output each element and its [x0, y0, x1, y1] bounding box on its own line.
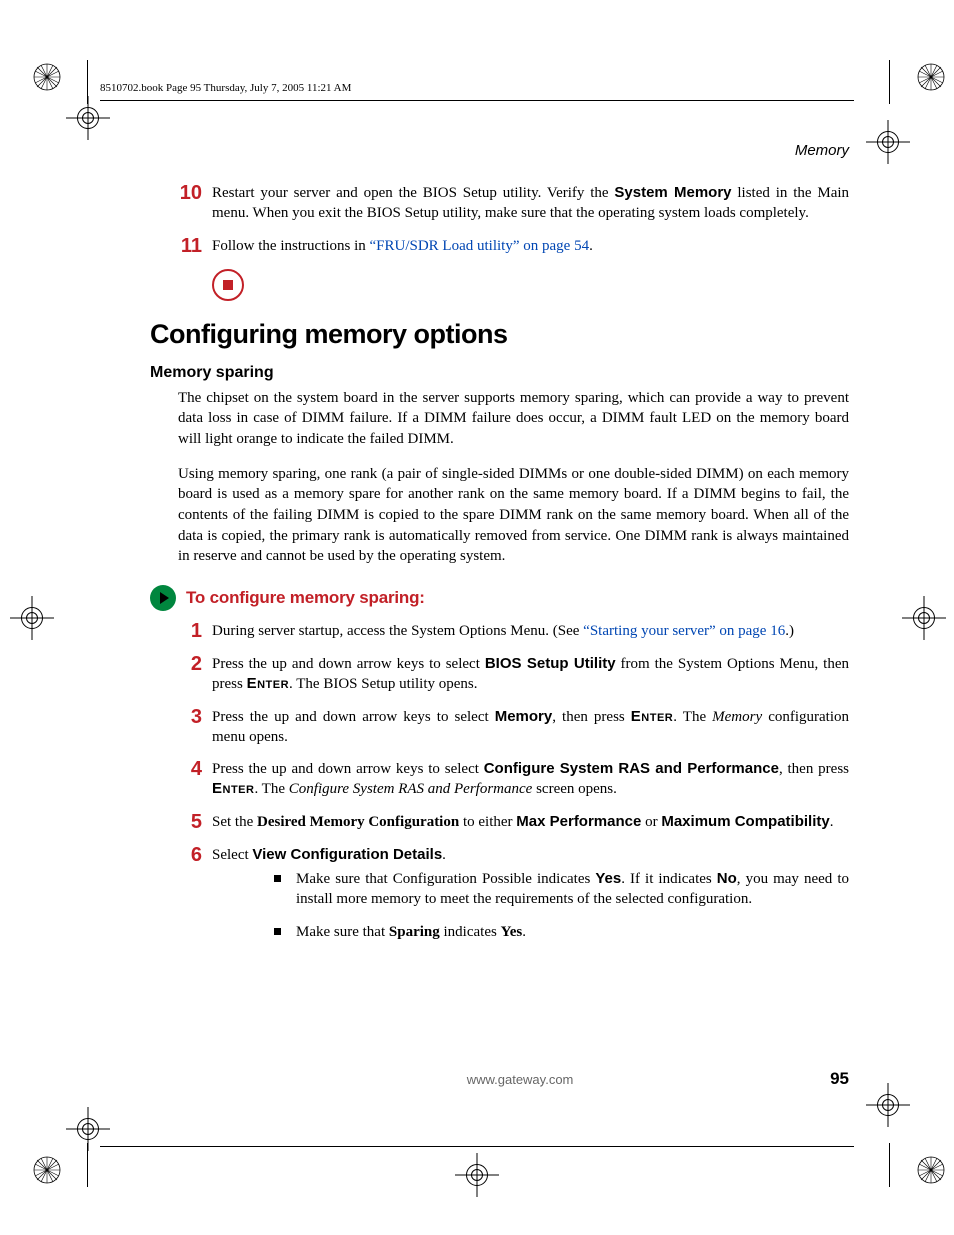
- subsection-heading: Memory sparing: [150, 364, 849, 382]
- step-number: 6: [150, 845, 212, 866]
- step-text: Press the up and down arrow keys to sele…: [212, 759, 849, 800]
- step-text: Set the Desired Memory Configuration to …: [212, 812, 849, 832]
- cross-ref-link[interactable]: “Starting your server” on page 16: [583, 623, 785, 639]
- step-text: Select View Configuration Details. Make …: [212, 845, 849, 955]
- page-number: 95: [830, 1069, 849, 1089]
- procedure-title: To configure memory sparing:: [186, 588, 425, 608]
- step-number: 2: [150, 654, 212, 675]
- prev-procedure-steps: 10 Restart your server and open the BIOS…: [150, 183, 849, 257]
- register-mark-icon: [66, 96, 110, 140]
- procedure-heading: To configure memory sparing:: [150, 585, 849, 611]
- register-mark-icon: [10, 596, 54, 640]
- register-mark-icon: [66, 1107, 110, 1151]
- crop-mark-icon: [32, 62, 62, 92]
- step-number: 10: [150, 183, 212, 204]
- step-number: 11: [150, 236, 212, 257]
- end-of-procedure-icon: [212, 269, 244, 301]
- step-number: 5: [150, 812, 212, 833]
- bullet-item: Make sure that Sparing indicates Yes.: [272, 922, 849, 943]
- paragraph: The chipset on the system board in the s…: [178, 388, 849, 450]
- crop-mark-icon: [32, 1155, 62, 1185]
- step-text: Restart your server and open the BIOS Se…: [212, 183, 849, 224]
- register-mark-icon: [866, 1083, 910, 1127]
- section-heading: Configuring memory options: [150, 319, 849, 350]
- paragraph: Using memory sparing, one rank (a pair o…: [178, 464, 849, 567]
- bullet-item: Make sure that Configuration Possible in…: [272, 869, 849, 910]
- register-mark-icon: [455, 1153, 499, 1197]
- procedure-steps: 1 During server startup, access the Syst…: [150, 621, 849, 955]
- step-text: Press the up and down arrow keys to sele…: [212, 654, 849, 695]
- crop-mark-icon: [916, 1155, 946, 1185]
- register-mark-icon: [902, 596, 946, 640]
- play-icon: [150, 585, 176, 611]
- step-text: Press the up and down arrow keys to sele…: [212, 707, 849, 748]
- running-head: Memory: [150, 142, 849, 159]
- step-number: 3: [150, 707, 212, 728]
- crop-mark-icon: [916, 62, 946, 92]
- step-text: During server startup, access the System…: [212, 621, 849, 641]
- step-number: 1: [150, 621, 212, 642]
- register-mark-icon: [866, 120, 910, 164]
- step-text: Follow the instructions in “FRU/SDR Load…: [212, 236, 849, 256]
- step-number: 4: [150, 759, 212, 780]
- cross-ref-link[interactable]: “FRU/SDR Load utility” on page 54: [370, 238, 590, 254]
- footer-url: www.gateway.com: [210, 1072, 830, 1087]
- book-stamp: 8510702.book Page 95 Thursday, July 7, 2…: [100, 82, 351, 94]
